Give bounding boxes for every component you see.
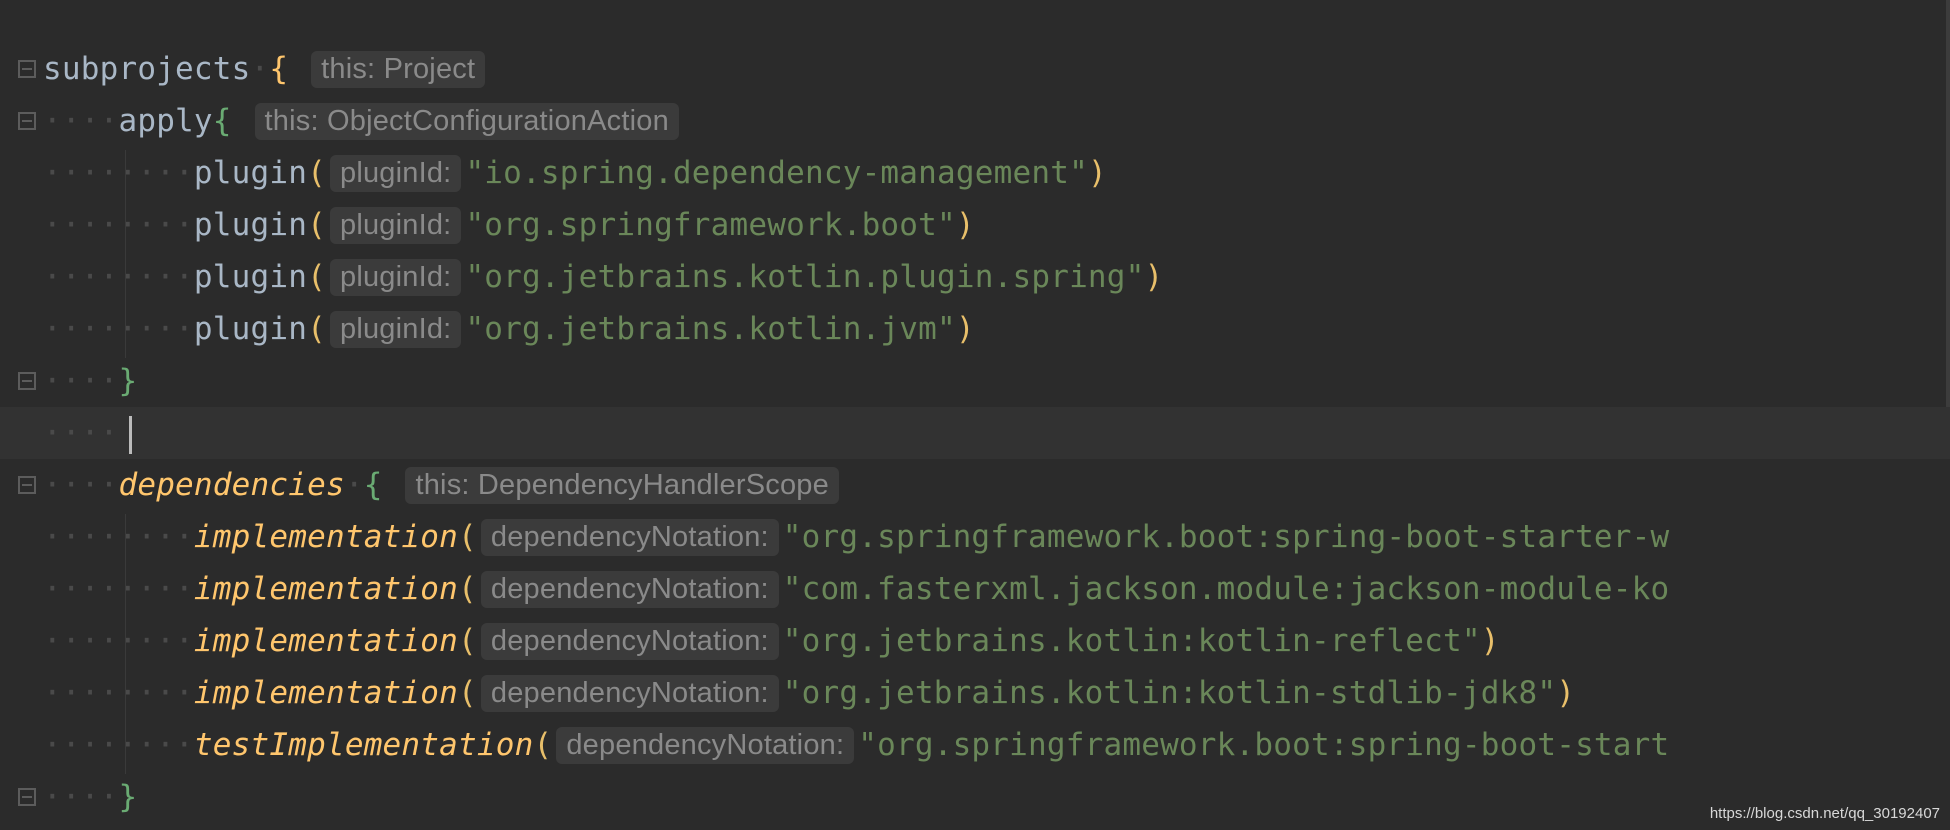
- dependency-notation: "com.fasterxml.jackson.module:jackson-mo…: [782, 571, 1670, 607]
- type-hint: this: Project: [311, 50, 486, 88]
- text-caret: [129, 416, 132, 454]
- code-line[interactable]: ········ plugin(pluginId: "org.jetbrains.k…: [0, 303, 1950, 355]
- code-line[interactable]: ····}: [0, 355, 1950, 407]
- code-line[interactable]: ········ implementation(dependencyNotatio…: [0, 615, 1950, 667]
- plugin-call: plugin: [193, 259, 308, 295]
- param-hint: pluginId:: [329, 310, 462, 348]
- param-hint: pluginId:: [329, 258, 462, 296]
- fold-open-icon[interactable]: [18, 112, 36, 130]
- param-hint: pluginId:: [329, 154, 462, 192]
- watermark: https://blog.csdn.net/qq_30192407: [1709, 805, 1940, 822]
- code-line[interactable]: ········ implementation(dependencyNotatio…: [0, 511, 1950, 563]
- current-code-line[interactable]: ····: [0, 407, 1950, 459]
- fold-open-icon[interactable]: [18, 476, 36, 494]
- param-hint: pluginId:: [329, 206, 462, 244]
- dependencies-keyword: dependencies: [118, 467, 345, 503]
- implementation-call: implementation: [193, 571, 459, 607]
- type-hint: this: DependencyHandlerScope: [405, 466, 839, 504]
- implementation-call: implementation: [193, 519, 459, 555]
- apply-keyword: apply: [118, 103, 213, 139]
- code-line[interactable]: ········ plugin(pluginId: "org.springframe…: [0, 199, 1950, 251]
- fold-close-icon[interactable]: [18, 372, 36, 390]
- test-implementation-call: testImplementation: [193, 727, 534, 763]
- code-line[interactable]: ········ testImplementation(dependencyNot…: [0, 719, 1950, 771]
- dependency-notation: "org.springframework.boot:spring-boot-st…: [858, 727, 1670, 763]
- dependency-notation: "org.jetbrains.kotlin:kotlin-stdlib-jdk8…: [782, 675, 1557, 711]
- dependency-notation: "org.jetbrains.kotlin:kotlin-reflect": [782, 623, 1481, 659]
- param-hint: dependencyNotation:: [480, 674, 779, 712]
- code-line[interactable]: ········ plugin(pluginId: "org.jetbrains.k…: [0, 251, 1950, 303]
- code-line[interactable]: ········ implementation(dependencyNotatio…: [0, 563, 1950, 615]
- type-hint: this: ObjectConfigurationAction: [254, 102, 679, 140]
- plugin-call: plugin: [193, 207, 308, 243]
- code-line[interactable]: ····}: [0, 771, 1950, 823]
- code-line[interactable]: ···· dependencies ·{ this: DependencyHandl…: [0, 459, 1950, 511]
- implementation-call: implementation: [193, 623, 459, 659]
- param-hint: dependencyNotation:: [480, 518, 779, 556]
- fold-open-icon[interactable]: [18, 60, 36, 78]
- fold-close-icon[interactable]: [18, 788, 36, 806]
- code-line[interactable]: ········ implementation(dependencyNotatio…: [0, 667, 1950, 719]
- plugin-call: plugin: [193, 311, 308, 347]
- param-hint: dependencyNotation:: [480, 570, 779, 608]
- param-hint: dependencyNotation:: [480, 622, 779, 660]
- code-line[interactable]: subprojects ·{ this: Project: [0, 43, 1950, 95]
- plugin-id: "io.spring.dependency-management": [465, 155, 1088, 191]
- code-line[interactable]: ········ plugin(pluginId: "io.spring.depen…: [0, 147, 1950, 199]
- subprojects-keyword: subprojects: [43, 51, 251, 87]
- param-hint: dependencyNotation:: [556, 726, 855, 764]
- plugin-id: "org.jetbrains.kotlin.plugin.spring": [465, 259, 1145, 295]
- plugin-id: "org.springframework.boot": [465, 207, 956, 243]
- implementation-call: implementation: [193, 675, 459, 711]
- plugin-id: "org.jetbrains.kotlin.jvm": [465, 311, 956, 347]
- plugin-call: plugin: [193, 155, 308, 191]
- dependency-notation: "org.springframework.boot:spring-boot-st…: [782, 519, 1670, 555]
- code-line[interactable]: ···· apply{ this: ObjectConfigurationAct…: [0, 95, 1950, 147]
